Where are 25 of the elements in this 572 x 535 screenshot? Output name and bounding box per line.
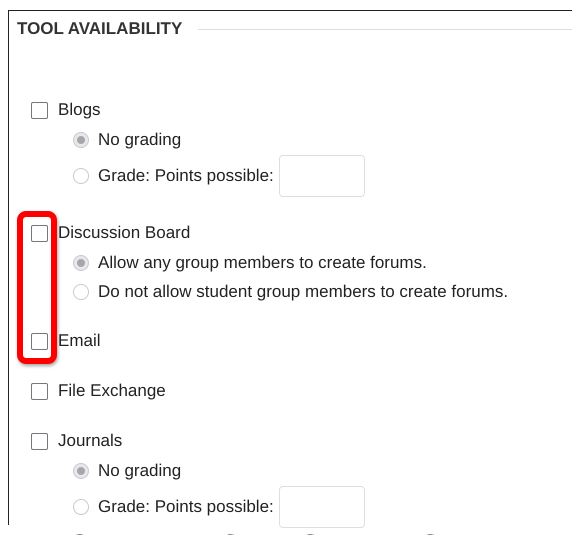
radio-button[interactable] (73, 168, 89, 184)
radio-label: Allow any group members to create forums. (98, 252, 427, 272)
radio-button[interactable] (73, 284, 89, 300)
checkbox[interactable] (31, 432, 48, 450)
checkbox[interactable] (31, 102, 48, 118)
radio-button[interactable] (73, 462, 89, 478)
radio-label: No grading (98, 460, 182, 480)
points-input-field[interactable] (278, 155, 365, 197)
radio-button[interactable] (73, 132, 89, 148)
checkbox-label: File Exchange (58, 381, 166, 401)
radio-label: Do not allow student group members to create forums. (98, 282, 508, 302)
checkbox[interactable] (31, 224, 48, 242)
checkbox[interactable] (31, 382, 48, 400)
points-input-field[interactable] (278, 486, 365, 528)
radio-label: Grade: Points possible: (98, 166, 274, 186)
radio-label: No grading (98, 130, 182, 150)
checkbox[interactable] (31, 332, 48, 350)
checkbox-label: Blogs (58, 100, 101, 120)
checkbox-label: Discussion Board (58, 223, 190, 243)
radio-button[interactable] (73, 499, 89, 515)
checkbox-label: Email (58, 331, 101, 351)
section-heading: TOOL AVAILABILITY (17, 19, 182, 39)
radio-label: Grade: Points possible: (98, 497, 274, 517)
radio-button[interactable] (73, 254, 89, 270)
checkbox-label: Journals (58, 431, 122, 451)
